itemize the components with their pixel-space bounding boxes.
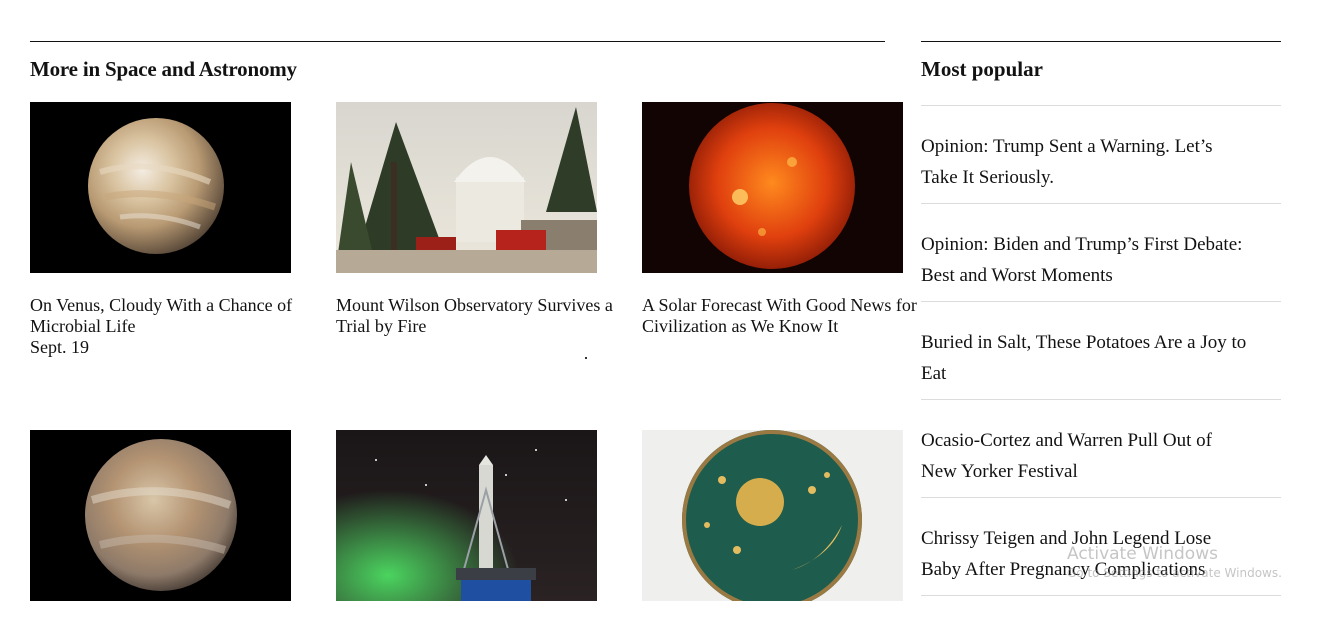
observatory-image[interactable] — [336, 102, 597, 273]
article-card-rocket[interactable] — [336, 430, 636, 601]
disc-image[interactable] — [642, 430, 903, 601]
article-headline[interactable]: A Solar Forecast With Good News for Civi… — [642, 295, 942, 337]
popular-item[interactable]: Opinion: Trump Sent a Warning. Let’s Tak… — [921, 105, 1281, 203]
section-title[interactable]: More in Space and Astronomy — [30, 57, 297, 82]
sidebar-divider — [921, 41, 1281, 42]
most-popular-title: Most popular — [921, 57, 1043, 81]
popular-item-headline[interactable]: Ocasio-Cortez and Warren Pull Out of New… — [921, 425, 1221, 487]
article-card-observatory[interactable]: Mount Wilson Observatory Survives a Tria… — [336, 102, 636, 337]
most-popular-list: Opinion: Trump Sent a Warning. Let’s Tak… — [921, 105, 1281, 596]
popular-item[interactable]: Chrissy Teigen and John Legend Lose Baby… — [921, 497, 1281, 596]
section-divider — [30, 41, 885, 42]
article-card-venus-alt[interactable] — [30, 430, 330, 601]
stray-dot — [585, 357, 587, 359]
popular-item-headline[interactable]: Opinion: Trump Sent a Warning. Let’s Tak… — [921, 131, 1251, 193]
article-card-sun[interactable]: A Solar Forecast With Good News for Civi… — [642, 102, 942, 337]
popular-item-headline[interactable]: Opinion: Biden and Trump’s First Debate:… — [921, 229, 1251, 291]
popular-item-headline[interactable]: Buried in Salt, These Potatoes Are a Joy… — [921, 327, 1261, 389]
popular-item-headline[interactable]: Chrissy Teigen and John Legend Lose Baby… — [921, 523, 1241, 585]
article-date: Sept. 19 — [30, 337, 90, 357]
popular-item[interactable]: Ocasio-Cortez and Warren Pull Out of New… — [921, 399, 1281, 497]
article-headline[interactable]: Mount Wilson Observatory Survives a Tria… — [336, 295, 636, 337]
venus-alt-image[interactable] — [30, 430, 291, 601]
venus-image[interactable] — [30, 102, 291, 273]
sun-image[interactable] — [642, 102, 903, 273]
popular-item[interactable]: Opinion: Biden and Trump’s First Debate:… — [921, 203, 1281, 301]
article-headline[interactable]: On Venus, Cloudy With a Chance of Microb… — [30, 295, 330, 337]
article-card-venus[interactable]: On Venus, Cloudy With a Chance of Microb… — [30, 102, 330, 358]
rocket-image[interactable] — [336, 430, 597, 601]
article-card-disc[interactable] — [642, 430, 942, 601]
popular-item[interactable]: Buried in Salt, These Potatoes Are a Joy… — [921, 301, 1281, 399]
